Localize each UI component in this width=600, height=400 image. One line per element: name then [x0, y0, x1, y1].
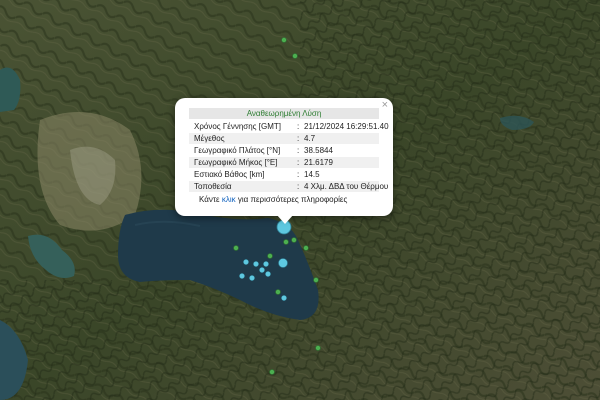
info-value: 21/12/2024 16:29:51.40 [304, 122, 389, 131]
earthquake-marker[interactable] [303, 245, 309, 251]
earthquake-marker[interactable] [267, 253, 273, 259]
close-icon[interactable]: × [382, 100, 388, 111]
info-label: Εστιακό Βάθος [km] [194, 170, 265, 179]
earthquake-marker[interactable] [269, 369, 275, 375]
info-label: Τοποθεσία [194, 182, 232, 191]
earthquake-marker[interactable] [281, 37, 287, 43]
earthquake-marker[interactable] [275, 289, 281, 295]
earthquake-marker[interactable] [233, 245, 239, 251]
info-row-latitude: Γεωγραφικό Πλάτος [°N] : 38.5844 [194, 146, 333, 155]
earthquake-marker[interactable] [263, 261, 269, 267]
info-label: Γεωγραφικό Πλάτος [°N] [194, 146, 281, 155]
earthquake-marker[interactable] [243, 259, 249, 265]
popup-pointer [276, 214, 294, 224]
info-label: Μέγεθος [194, 134, 225, 143]
info-label: Γεωγραφικό Μήκος [°E] [194, 158, 278, 167]
info-value: 21.6179 [304, 158, 333, 167]
earthquake-info-popup: × Αναθεωρημένη Λύση Χρόνος Γέννησης [GMT… [175, 98, 393, 216]
info-label: Χρόνος Γέννησης [GMT] [194, 122, 281, 131]
info-value: 14.5 [304, 170, 320, 179]
earthquake-marker[interactable] [292, 53, 298, 59]
popup-title: Αναθεωρημένη Λύση [189, 108, 379, 119]
info-row-magnitude: Μέγεθος : 4.7 [189, 133, 379, 144]
info-value: 4 Χλμ. ΔΒΔ του Θέρμου [304, 182, 389, 191]
info-value: 38.5844 [304, 146, 333, 155]
earthquake-marker[interactable] [265, 271, 271, 277]
earthquake-marker[interactable] [239, 273, 245, 279]
info-row-location: Τοποθεσία : 4 Χλμ. ΔΒΔ του Θέρμου [189, 181, 388, 192]
earthquake-marker[interactable] [259, 267, 265, 273]
earthquake-marker[interactable] [283, 239, 289, 245]
earthquake-marker[interactable] [278, 258, 288, 268]
more-info-link[interactable]: κλικ [222, 195, 236, 204]
earthquake-marker[interactable] [315, 345, 321, 351]
more-info-text: Κάντε κλικ για περισσότερες πληροφορίες [199, 195, 348, 204]
info-row-depth: Εστιακό Βάθος [km] : 14.5 [194, 170, 320, 179]
earthquake-marker[interactable] [249, 275, 255, 281]
earthquake-marker[interactable] [313, 277, 319, 283]
earthquake-marker[interactable] [253, 261, 259, 267]
info-value: 4.7 [304, 134, 316, 143]
info-row-origin-time: Χρόνος Γέννησης [GMT] : 21/12/2024 16:29… [194, 122, 389, 131]
earthquake-marker[interactable] [281, 295, 287, 301]
earthquake-marker[interactable] [291, 237, 297, 243]
info-row-longitude: Γεωγραφικό Μήκος [°E] : 21.6179 [189, 157, 379, 168]
